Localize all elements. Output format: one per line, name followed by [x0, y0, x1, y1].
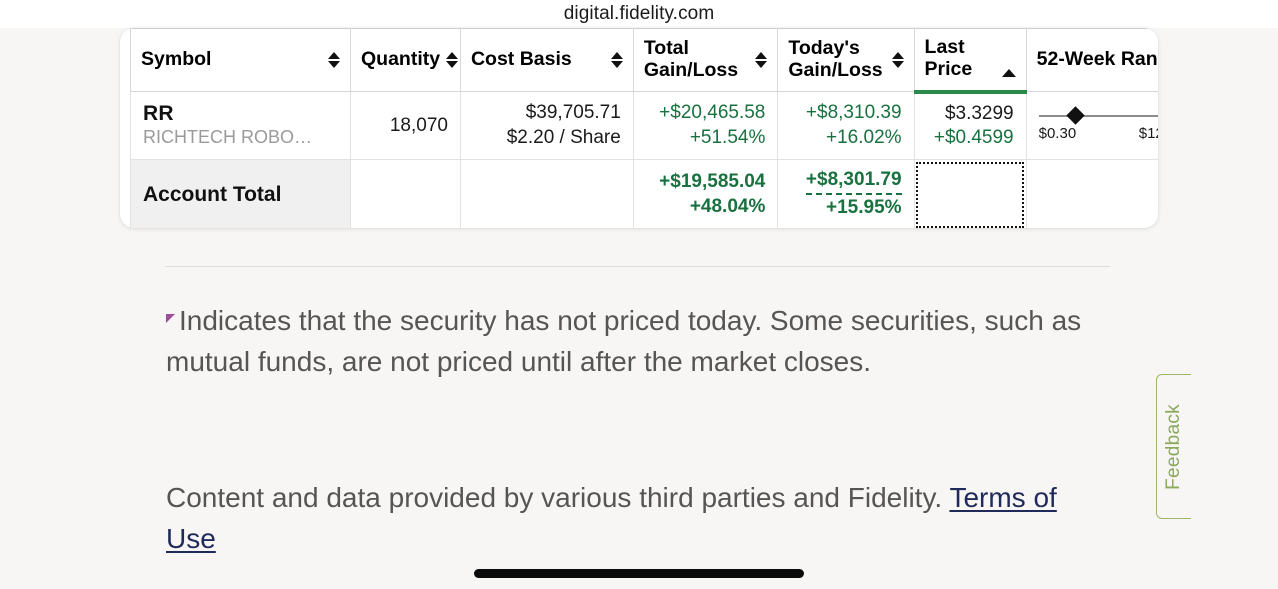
- last-price-value: $3.3299: [944, 102, 1014, 124]
- screen-root: digital.fidelity.com Symbol Quantity Cos…: [0, 0, 1278, 589]
- positions-card: Symbol Quantity Cost Basis Total Gain/Lo…: [120, 28, 1158, 228]
- positions-table: Symbol Quantity Cost Basis Total Gain/Lo…: [130, 28, 1158, 228]
- range-track: [1038, 106, 1158, 125]
- account-total-gain-loss-amount: +$19,585.04: [659, 170, 766, 192]
- cell-symbol[interactable]: RR RICHTECH ROBO…: [130, 91, 351, 161]
- range-labels: $0.30 $12.29: [1039, 125, 1158, 142]
- symbol-ticker: RR: [143, 102, 174, 126]
- account-total-quantity: [349, 159, 461, 228]
- account-total-gain-loss-percent: +48.04%: [689, 195, 766, 217]
- sort-asc-icon[interactable]: [1001, 68, 1016, 77]
- disclosure-paragraph-2: Content and data provided by various thi…: [166, 477, 1076, 560]
- total-gain-loss-amount: +$20,465.58: [659, 101, 766, 123]
- cost-basis-per-share: $2.20 / Share: [506, 126, 621, 148]
- cell-todays-gain-loss: +$8,310.39 +16.02%: [777, 91, 915, 161]
- header-row: Symbol Quantity Cost Basis Total Gain/Lo…: [130, 28, 1158, 94]
- column-header-last-price-line1: Last: [924, 36, 965, 58]
- table-body: RR RICHTECH ROBO… 18,070 $39,705.71 $2.2…: [130, 91, 1158, 228]
- column-header-52-week-range-label: 52-Week Range: [1036, 47, 1158, 70]
- column-header-symbol-label: Symbol: [141, 47, 212, 70]
- url-text: digital.fidelity.com: [563, 3, 715, 24]
- range-low-label: $0.30: [1038, 125, 1077, 143]
- cell-cost-basis: $39,705.71 $2.20 / Share: [459, 91, 634, 161]
- positions-table-scroll[interactable]: Symbol Quantity Cost Basis Total Gain/Lo…: [130, 28, 1158, 228]
- account-total-gain-loss: +$19,585.04 +48.04%: [632, 159, 779, 228]
- column-header-last-price[interactable]: Last Price: [913, 28, 1027, 94]
- total-gain-loss-percent: +51.54%: [689, 126, 766, 148]
- column-header-cost-basis-label: Cost Basis: [470, 47, 572, 70]
- cell-total-gain-loss: +$20,465.58 +51.54%: [632, 91, 779, 161]
- feedback-tab-label: Feedback: [1163, 403, 1184, 490]
- page-content: Symbol Quantity Cost Basis Total Gain/Lo…: [0, 28, 1278, 589]
- table-header: Symbol Quantity Cost Basis Total Gain/Lo…: [130, 28, 1158, 94]
- table-row[interactable]: RR RICHTECH ROBO… 18,070 $39,705.71 $2.2…: [130, 91, 1158, 161]
- home-indicator: [474, 569, 804, 578]
- todays-gain-loss-percent: +16.02%: [826, 126, 902, 148]
- column-header-52-week-range[interactable]: 52-Week Range: [1025, 28, 1158, 93]
- cell-last-price: $3.3299 +$0.4599: [913, 91, 1027, 161]
- column-header-last-price-line2: Price: [924, 57, 973, 80]
- range-current-marker-icon: [1066, 106, 1085, 125]
- column-header-quantity[interactable]: Quantity: [349, 28, 461, 93]
- column-header-total-gain-loss-line2: Gain/Loss: [643, 58, 739, 81]
- column-header-cost-basis[interactable]: Cost Basis: [459, 28, 634, 93]
- account-total-label: Account Total: [130, 159, 351, 228]
- column-header-todays-gain-loss[interactable]: Today's Gain/Loss: [777, 28, 915, 93]
- sort-both-icon[interactable]: [610, 51, 623, 68]
- disclosure-paragraph-2-text: Content and data provided by various thi…: [166, 482, 950, 513]
- column-header-symbol[interactable]: Symbol: [130, 28, 351, 93]
- account-todays-gain-loss: +$8,301.79 +15.95%: [777, 159, 915, 228]
- account-total-last-price[interactable]: [913, 159, 1027, 228]
- todays-gain-loss-amount: +$8,310.39: [805, 101, 902, 123]
- account-todays-gain-loss-percent: +15.95%: [826, 197, 902, 219]
- quantity-value: 18,070: [389, 114, 448, 136]
- column-header-quantity-label: Quantity: [360, 47, 441, 70]
- account-total-range: [1025, 159, 1158, 228]
- range-high-label: $12.29: [1138, 125, 1158, 143]
- sort-both-icon[interactable]: [327, 51, 340, 68]
- column-header-total-gain-loss-line1: Total: [643, 36, 689, 59]
- account-total-row: Account Total +$19,585.04 +48.04% +$8,30…: [130, 159, 1158, 228]
- column-header-total-gain-loss[interactable]: Total Gain/Loss: [632, 28, 779, 93]
- column-header-todays-gain-loss-line1: Today's: [788, 36, 860, 59]
- last-price-change: +$0.4599: [933, 127, 1014, 149]
- disclosure-paragraph-1-text: Indicates that the security has not pric…: [166, 305, 1082, 378]
- sort-both-icon[interactable]: [446, 51, 459, 68]
- column-header-todays-gain-loss-line2: Gain/Loss: [788, 58, 883, 81]
- 52-week-range-widget: $0.30 $12.29: [1038, 106, 1158, 142]
- section-divider: [165, 266, 1110, 267]
- feedback-tab[interactable]: Feedback: [1156, 374, 1191, 519]
- cost-basis-total: $39,705.71: [525, 101, 621, 123]
- symbol-name: RICHTECH ROBO…: [143, 127, 313, 148]
- browser-url-bar[interactable]: digital.fidelity.com: [0, 0, 1278, 28]
- disclosure-paragraph-1: Indicates that the security has not pric…: [166, 300, 1106, 383]
- sort-both-icon[interactable]: [891, 51, 904, 68]
- triangle-marker-icon: [166, 314, 175, 323]
- account-total-cost-basis: [459, 159, 634, 228]
- account-todays-gain-loss-amount[interactable]: +$8,301.79: [805, 169, 902, 196]
- sort-both-icon[interactable]: [755, 51, 768, 68]
- cell-quantity: 18,070: [349, 91, 461, 161]
- cell-52-week-range: $0.30 $12.29: [1025, 91, 1158, 161]
- range-line: [1038, 115, 1158, 118]
